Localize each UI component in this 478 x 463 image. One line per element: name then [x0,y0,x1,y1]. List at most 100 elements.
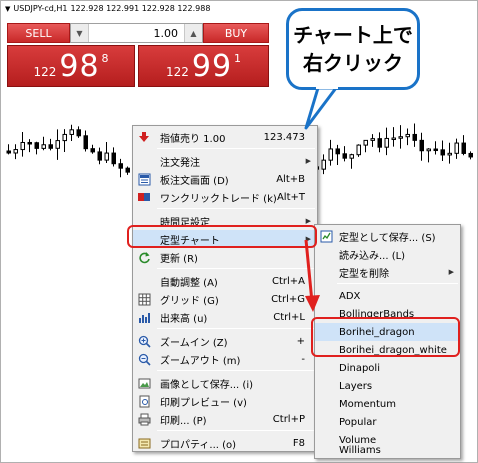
menu-separator [337,283,458,284]
submenu-item-momentum[interactable]: Momentum [315,395,460,413]
candle-body [356,144,361,156]
chart-symbol-title: USDJPY-cd,H1 [13,4,68,13]
callout-bubble: チャート上で 右クリック [286,8,420,90]
chart-symbol-bar: ▼ USDJPY-cd,H1 122.928 122.991 122.928 1… [5,4,210,13]
candle-body [48,144,53,149]
candle-body [426,148,431,152]
menu-item-refresh[interactable]: 更新 (R) [133,248,317,266]
submenu-item-popular[interactable]: Popular [315,413,460,431]
chart-context-menu: 指値売り 1.00 123.473 注文発注 ▶ 板注文画面 (D) Alt+B… [132,125,318,452]
zoom-in-icon [137,334,151,348]
lot-dropdown-icon[interactable]: ▼ [71,24,89,42]
order-board-icon [137,172,151,186]
volume-icon [137,310,151,324]
submenu-item-williams[interactable]: Williams [315,445,460,459]
candle-body [447,152,452,156]
candle-body [104,152,109,161]
zoom-out-icon [137,352,151,366]
submenu-item-dinapoli[interactable]: Dinapoli [315,359,460,377]
candle-body [461,142,466,154]
submenu-item-layers[interactable]: Layers [315,377,460,395]
candle-body [363,139,368,146]
lot-stepper-icon[interactable]: ▲ [184,24,202,42]
submenu-item-save-template[interactable]: 定型として保存... (S) [315,227,460,245]
menu-item-limit-sell[interactable]: 指値売り 1.00 123.473 [133,128,317,146]
callout-line-1: チャート上で [293,23,413,47]
candle-body [335,148,340,155]
buy-button[interactable]: BUY [203,23,269,43]
menu-item-auto-scroll[interactable]: 自動調整 (A) Ctrl+A [133,272,317,290]
buy-price-button[interactable]: 122 99 1 [138,45,269,87]
print-preview-icon [137,394,151,408]
candle-body [27,141,32,145]
sell-price-button[interactable]: 122 98 8 [7,45,135,87]
callout-line-2: 右クリック [303,51,403,75]
highlight-borihei-dragon-items [311,317,460,357]
candle-body [55,140,60,149]
candle-body [419,139,424,152]
properties-icon [137,436,151,450]
highlight-template-menu-item [127,225,317,248]
menu-item-grid[interactable]: グリッド (G) Ctrl+G [133,290,317,308]
candle-body [62,133,67,142]
candle-body [118,163,123,169]
save-image-icon [137,376,151,390]
candle-body [20,141,25,151]
menu-separator [157,208,315,209]
print-icon [137,412,151,426]
submenu-item-delete-template[interactable]: 定型を削除 ▶ [315,263,460,281]
candle-body [377,138,382,148]
lot-size-value[interactable]: 1.00 [89,27,184,40]
candle-body [433,148,438,152]
sell-arrow-icon [137,130,151,144]
candle-body [398,136,403,139]
candle-body [97,151,102,161]
candle-body [111,152,116,165]
candle-body [328,148,333,161]
submenu-arrow-icon: ▶ [448,268,454,276]
menu-separator [157,328,315,329]
candle-body [349,154,354,159]
buy-price-pip: 1 [234,52,242,65]
candle-body [125,167,130,173]
candle-body [391,137,396,141]
menu-item-order-board[interactable]: 板注文画面 (D) Alt+B [133,170,317,188]
menu-item-print[interactable]: 印刷... (P) Ctrl+P [133,410,317,428]
candle-body [468,152,473,158]
candle-body [440,149,445,156]
candle-body [370,138,375,141]
menu-item-properties[interactable]: プロパティ... (o) F8 [133,434,317,452]
menu-item-new-order[interactable]: 注文発注 ▶ [133,152,317,170]
candle-body [34,142,39,149]
candle-body [342,153,347,159]
buy-price-prefix: 122 [165,65,189,79]
menu-item-one-click-trade[interactable]: ワンクリックトレード (k) Alt+T [133,188,317,206]
candle-body [6,150,11,154]
submenu-arrow-icon: ▶ [305,217,311,225]
submenu-item-volume[interactable]: Volume [315,431,460,449]
template-save-icon [319,229,333,243]
one-click-trade-icon [137,190,151,204]
candle-body [412,133,417,141]
sell-button[interactable]: SELL [7,23,70,43]
menu-item-zoom-out[interactable]: ズームアウト (m) - [133,350,317,368]
candle-body [83,135,88,150]
sell-price-prefix: 122 [33,65,57,79]
candle-body [321,159,326,170]
buy-price-main: 99 [191,49,233,84]
candle-body [41,144,46,149]
menu-item-volume[interactable]: 出来高 (u) Ctrl+L [133,308,317,326]
chart-ohlc: 122.928 122.991 122.928 122.988 [70,4,211,13]
submenu-item-load-template[interactable]: 読み込み... (L) [315,245,460,263]
one-click-trade-panel: SELL ▼ 1.00 ▲ BUY 122 98 8 122 99 1 [7,23,269,89]
candle-body [454,142,459,154]
menu-item-print-preview[interactable]: 印刷プレビュー (v) [133,392,317,410]
menu-item-save-image[interactable]: 画像として保存... (i) [133,374,317,392]
submenu-item-adx[interactable]: ADX [315,287,460,305]
submenu-arrow-icon: ▶ [305,157,311,165]
menu-item-zoom-in[interactable]: ズームイン (Z) + [133,332,317,350]
lot-size-field[interactable]: ▼ 1.00 ▲ [70,23,203,43]
candle-body [384,137,389,148]
symbol-dropdown-icon[interactable]: ▼ [5,5,10,13]
menu-separator [157,148,315,149]
